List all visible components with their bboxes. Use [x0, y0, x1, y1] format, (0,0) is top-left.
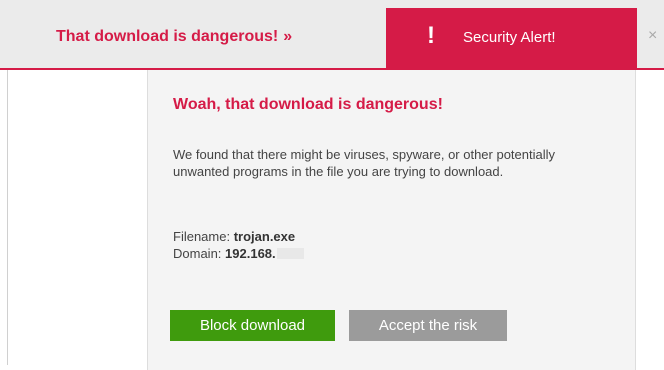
download-details: Filename: trojan.exe Domain: 192.168.	[173, 228, 304, 262]
warning-title: Woah, that download is dangerous!	[173, 96, 443, 113]
security-alert-tab[interactable]: ! Security Alert!	[386, 8, 637, 70]
filename-label: Filename:	[173, 229, 231, 244]
security-topbar: That download is dangerous!» ! Security …	[0, 0, 664, 70]
filename-row: Filename: trojan.exe	[173, 228, 304, 245]
accept-risk-button[interactable]: Accept the risk	[349, 310, 507, 341]
filename-value: trojan.exe	[233, 229, 296, 244]
topbar-alert-message: That download is dangerous!	[56, 28, 279, 45]
redacted-text	[276, 248, 304, 259]
double-arrow-icon: »	[283, 28, 293, 45]
domain-label: Domain:	[173, 246, 222, 261]
warning-description: We found that there might be viruses, sp…	[173, 147, 556, 179]
page-divider	[7, 70, 8, 365]
topbar-alert-link[interactable]: That download is dangerous!»	[56, 28, 292, 46]
exclamation-icon: !	[427, 22, 435, 49]
close-icon[interactable]: ×	[648, 28, 657, 44]
block-download-button[interactable]: Block download	[170, 310, 335, 341]
domain-row: Domain: 192.168.	[173, 245, 304, 262]
download-warning-panel: Woah, that download is dangerous! We fou…	[147, 70, 636, 370]
domain-value: 192.168.	[225, 246, 276, 261]
security-alert-label: Security Alert!	[463, 29, 556, 46]
